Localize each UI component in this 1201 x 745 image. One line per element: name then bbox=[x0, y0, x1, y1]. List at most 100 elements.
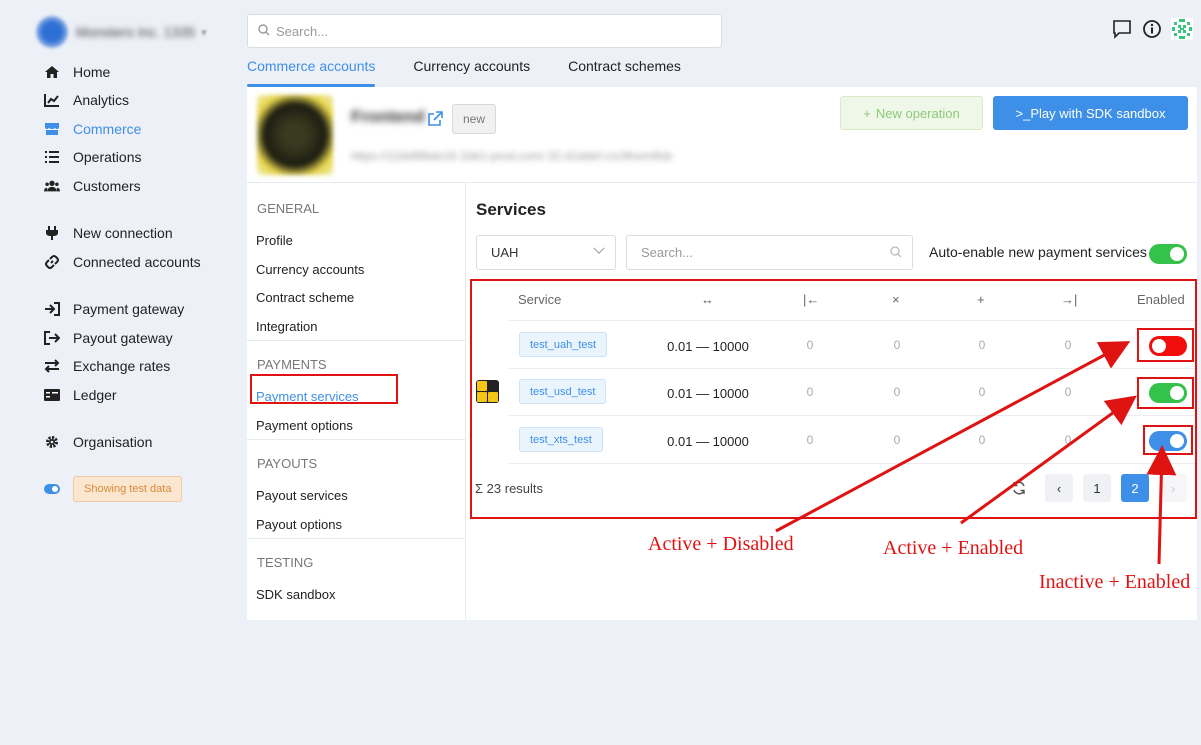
sidebar-item-payment-gateway[interactable]: Payment gateway bbox=[44, 298, 184, 320]
pagination-page-button[interactable]: 1 bbox=[1083, 474, 1111, 502]
sidebar-item-label: Payment gateway bbox=[73, 301, 185, 317]
sum-icon: Σ bbox=[475, 481, 484, 496]
search-icon bbox=[890, 246, 902, 261]
settings-item-contract-scheme[interactable]: Contract scheme bbox=[256, 290, 354, 305]
settings-item-payout-services[interactable]: Payout services bbox=[256, 488, 348, 503]
service-chip[interactable]: test_xts_test bbox=[519, 427, 603, 452]
service-range: 0.01 — 10000 bbox=[667, 434, 749, 449]
search-icon bbox=[258, 23, 270, 39]
pagination-page-button[interactable]: 2 bbox=[1121, 474, 1149, 502]
test-data-toggle[interactable] bbox=[44, 484, 60, 494]
service-value: 0 bbox=[893, 338, 901, 352]
settings-item-integration[interactable]: Integration bbox=[256, 319, 317, 334]
sidebar-item-payout-gateway[interactable]: Payout gateway bbox=[44, 327, 173, 349]
settings-item-payout-options[interactable]: Payout options bbox=[256, 517, 342, 532]
sidebar-item-home[interactable]: Home bbox=[44, 61, 110, 83]
sidebar-item-exchange-rates[interactable]: Exchange rates bbox=[44, 355, 170, 377]
results-text: 23 results bbox=[486, 481, 544, 496]
service-value: 0 bbox=[806, 433, 814, 447]
settings-item-payment-options[interactable]: Payment options bbox=[256, 418, 353, 433]
sidebar-item-customers[interactable]: Customers bbox=[44, 175, 141, 197]
column-header-max: →| bbox=[1061, 292, 1078, 307]
auto-enable-label: Auto-enable new payment services bbox=[929, 244, 1147, 260]
sidebar-item-label: Organisation bbox=[73, 434, 153, 450]
sign-in-icon bbox=[44, 301, 60, 317]
org-logo bbox=[36, 16, 68, 48]
services-search-input[interactable]: Search... bbox=[626, 235, 913, 270]
chat-icon[interactable] bbox=[1111, 18, 1133, 40]
sidebar-item-label: Ledger bbox=[73, 387, 117, 403]
sidebar-item-analytics[interactable]: Analytics bbox=[44, 89, 129, 111]
global-search-input[interactable]: Search... bbox=[247, 14, 722, 48]
auto-enable-toggle[interactable] bbox=[1149, 244, 1187, 264]
annotation-inactive-enabled: Inactive + Enabled bbox=[1039, 571, 1191, 593]
tab-currency-accounts[interactable]: Currency accounts bbox=[413, 58, 530, 86]
org-switcher[interactable]: Monsters Inc. 1335 ▾ bbox=[36, 16, 226, 48]
column-header-service: Service bbox=[518, 292, 562, 307]
sidebar-item-label: Customers bbox=[73, 178, 141, 194]
currency-value: UAH bbox=[491, 245, 519, 260]
new-operation-label: New operation bbox=[875, 105, 960, 121]
sidebar-item-label: Payout gateway bbox=[73, 330, 173, 346]
settings-item-sdk-sandbox[interactable]: SDK sandbox bbox=[256, 587, 336, 602]
section-title-payouts: PAYOUTS bbox=[257, 456, 318, 471]
new-operation-button[interactable]: + New operation bbox=[840, 96, 983, 130]
service-range: 0.01 — 10000 bbox=[667, 386, 749, 401]
account-name: Frontend bbox=[351, 107, 425, 126]
terminal-icon: >_ bbox=[1015, 105, 1031, 121]
annotation-active-disabled: Active + Disabled bbox=[648, 533, 794, 555]
account-logo bbox=[257, 95, 333, 175]
sidebar-item-ledger[interactable]: Ledger bbox=[44, 384, 117, 406]
service-enabled-toggle[interactable] bbox=[1149, 336, 1187, 356]
currency-select[interactable]: UAH bbox=[476, 235, 616, 270]
ledger-icon bbox=[44, 387, 60, 403]
column-header-min: |← bbox=[803, 292, 820, 307]
external-link-icon[interactable] bbox=[427, 111, 443, 127]
sidebar-item-organisation[interactable]: Organisation bbox=[44, 431, 152, 453]
sidebar-item-commerce[interactable]: Commerce bbox=[44, 118, 141, 140]
tab-bar: Commerce accounts Currency accounts Cont… bbox=[247, 58, 681, 87]
column-header-range: ↔ bbox=[701, 292, 714, 307]
test-data-badge: Showing test data bbox=[73, 476, 183, 502]
sidebar-item-connected-accounts[interactable]: Connected accounts bbox=[44, 251, 201, 273]
pagination-next-button[interactable]: › bbox=[1159, 474, 1187, 502]
settings-item-currency-accounts[interactable]: Currency accounts bbox=[256, 262, 364, 277]
account-header: Frontend new https://11bbf86de16-1bb1-pr… bbox=[247, 87, 1197, 183]
list-icon bbox=[44, 149, 60, 165]
service-value: 0 bbox=[1064, 433, 1072, 447]
status-badge: new bbox=[452, 104, 497, 134]
annotation-active-enabled: Active + Enabled bbox=[883, 537, 1024, 559]
sidebar-item-label: Home bbox=[73, 64, 111, 80]
search-placeholder: Search... bbox=[641, 245, 694, 260]
sidebar-item-label: Exchange rates bbox=[73, 358, 171, 374]
org-name: Monsters Inc. 1335 bbox=[76, 24, 196, 40]
settings-item-payment-services[interactable]: Payment services bbox=[256, 389, 359, 404]
service-chip[interactable]: test_uah_test bbox=[519, 332, 608, 357]
tab-contract-schemes[interactable]: Contract schemes bbox=[568, 58, 681, 86]
section-title-testing: TESTING bbox=[257, 555, 314, 570]
sdk-sandbox-button[interactable]: >_ Play with SDK sandbox bbox=[993, 96, 1188, 130]
settings-item-profile[interactable]: Profile bbox=[256, 233, 293, 248]
service-value: 0 bbox=[1064, 338, 1072, 352]
refresh-icon[interactable] bbox=[1011, 480, 1027, 499]
chevron-right-icon: › bbox=[1170, 480, 1176, 496]
service-enabled-toggle[interactable] bbox=[1149, 383, 1187, 403]
service-value: 0 bbox=[806, 338, 814, 352]
sidebar-item-operations[interactable]: Operations bbox=[44, 146, 141, 168]
service-value: 0 bbox=[978, 385, 986, 399]
results-count: Σ 23 results bbox=[475, 481, 543, 496]
plus-icon: + bbox=[863, 105, 871, 121]
service-enabled-toggle[interactable] bbox=[1149, 431, 1187, 451]
service-value: 0 bbox=[806, 385, 814, 399]
sidebar-item-new-connection[interactable]: New connection bbox=[44, 222, 173, 244]
info-icon[interactable] bbox=[1141, 18, 1163, 40]
plug-icon bbox=[44, 225, 60, 241]
user-avatar[interactable] bbox=[1171, 18, 1193, 40]
account-url: https://11bbf86de16-1bb1-prod.com/.32.d1… bbox=[351, 149, 673, 163]
service-chip[interactable]: test_usd_test bbox=[519, 379, 607, 404]
pagination-prev-button[interactable]: ‹ bbox=[1045, 474, 1073, 502]
sidebar-item-label: Connected accounts bbox=[73, 254, 201, 270]
column-header-fixed: + bbox=[977, 292, 985, 307]
tab-commerce-accounts[interactable]: Commerce accounts bbox=[247, 58, 376, 87]
services-title: Services bbox=[476, 200, 546, 219]
